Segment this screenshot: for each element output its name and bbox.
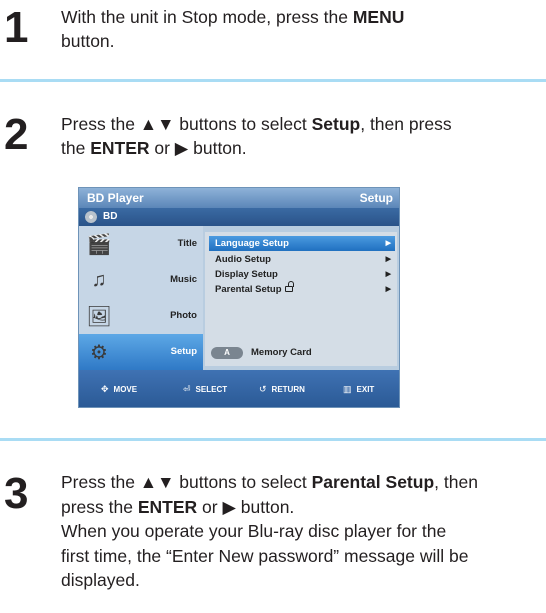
lock-icon <box>284 281 294 292</box>
setup-icon: ⚙ <box>90 341 108 364</box>
footer-select: ⏎ SELECT <box>183 384 228 394</box>
sidebar-item-music[interactable]: ♫ Music <box>79 262 203 298</box>
step-number: 1 <box>4 3 29 52</box>
menu-item-language-setup[interactable]: Language Setup ▶ <box>209 236 395 251</box>
return-icon: ↺ <box>259 384 267 394</box>
music-note-icon: ♫ <box>91 268 107 291</box>
sidebar-item-title[interactable]: 🎬 Title <box>79 226 203 262</box>
exit-icon: ▥ <box>343 384 352 394</box>
arrow-right-icon: ▶ <box>385 271 391 278</box>
text-line: Press the ▲▼ buttons to select Parental … <box>61 472 478 492</box>
text-line: first time, the “Enter New password” mes… <box>61 545 469 566</box>
footer-return: ↺ RETURN <box>259 384 305 394</box>
osd-title: BD Player <box>87 191 144 205</box>
text-line: Press the ▲▼ buttons to select Setup, th… <box>61 114 452 134</box>
menu-item-audio-setup[interactable]: Audio Setup ▶ <box>209 252 395 267</box>
memory-card-label: Memory Card <box>251 347 312 358</box>
text-line: button. <box>61 31 115 51</box>
step-text: Press the ▲▼ buttons to select Parental … <box>61 470 478 593</box>
sidebar-item-label: Setup <box>170 346 197 357</box>
step-text: With the unit in Stop mode, press the ME… <box>61 5 404 53</box>
footer-exit: ▥ EXIT <box>343 384 375 394</box>
disc-icon <box>85 211 97 223</box>
step-number: 3 <box>4 469 29 518</box>
step-text: Press the ▲▼ buttons to select Setup, th… <box>61 112 452 160</box>
menu-item-display-setup[interactable]: Display Setup ▶ <box>209 267 395 282</box>
step-number: 2 <box>4 110 29 159</box>
sidebar-item-label: Music <box>170 274 197 285</box>
setup-menu-screen: BD Player Setup BD 🎬 Title ♫ Music 🖼 Pho… <box>78 187 400 408</box>
text-line: When you operate your Blu-ray disc playe… <box>61 521 447 541</box>
arrow-right-icon: ▶ <box>385 286 391 293</box>
text-line: the ENTER or ▶ button. <box>61 138 247 158</box>
divider <box>0 438 546 441</box>
source-label: BD <box>103 211 118 222</box>
osd-section: Setup <box>359 191 393 205</box>
osd-header: BD Player Setup <box>79 188 399 208</box>
osd-sidebar: 🎬 Title ♫ Music 🖼 Photo ⚙ Setup <box>79 226 203 370</box>
osd-footer: ✥ MOVE ⏎ SELECT ↺ RETURN ▥ EXIT <box>79 370 399 407</box>
photo-icon: 🖼 <box>86 305 112 328</box>
move-icon: ✥ <box>101 384 109 394</box>
text-line: displayed. <box>61 570 140 590</box>
menu-item-parental-setup[interactable]: Parental Setup ▶ <box>209 281 395 297</box>
select-icon: ⏎ <box>183 384 191 394</box>
divider <box>0 79 546 82</box>
sidebar-item-label: Photo <box>170 310 197 321</box>
footer-move: ✥ MOVE <box>101 384 138 394</box>
sidebar-item-photo[interactable]: 🖼 Photo <box>79 298 203 334</box>
title-icon: 🎬 <box>86 233 112 256</box>
arrow-right-icon: ▶ <box>385 240 391 247</box>
setup-panel: Language Setup ▶ Audio Setup ▶ Display S… <box>205 232 397 366</box>
a-button-icon: A <box>211 347 243 359</box>
sidebar-item-setup[interactable]: ⚙ Setup <box>79 334 203 370</box>
sidebar-item-label: Title <box>177 238 197 249</box>
osd-source-bar: BD <box>79 208 399 226</box>
text-line: press the ENTER or ▶ button. <box>61 496 295 517</box>
arrow-right-icon: ▶ <box>385 256 391 263</box>
text-line: With the unit in Stop mode, press the ME… <box>61 7 405 27</box>
